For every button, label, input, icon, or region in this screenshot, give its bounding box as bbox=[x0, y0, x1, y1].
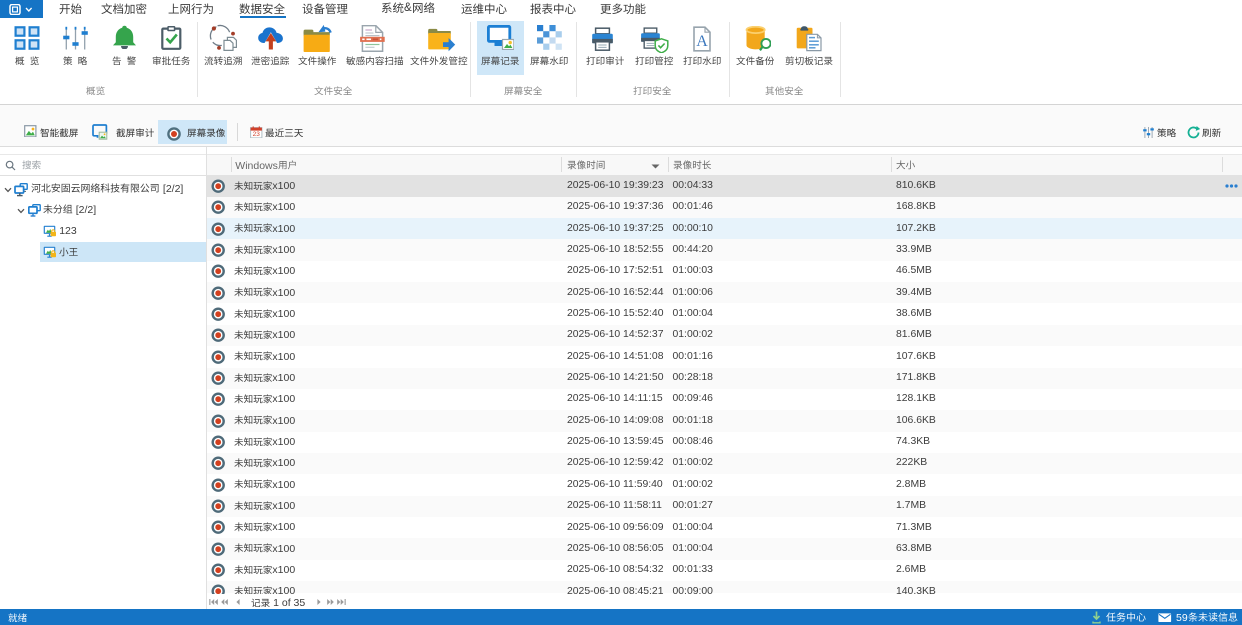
svg-text:23: 23 bbox=[253, 131, 261, 138]
svg-text:A: A bbox=[696, 33, 708, 50]
